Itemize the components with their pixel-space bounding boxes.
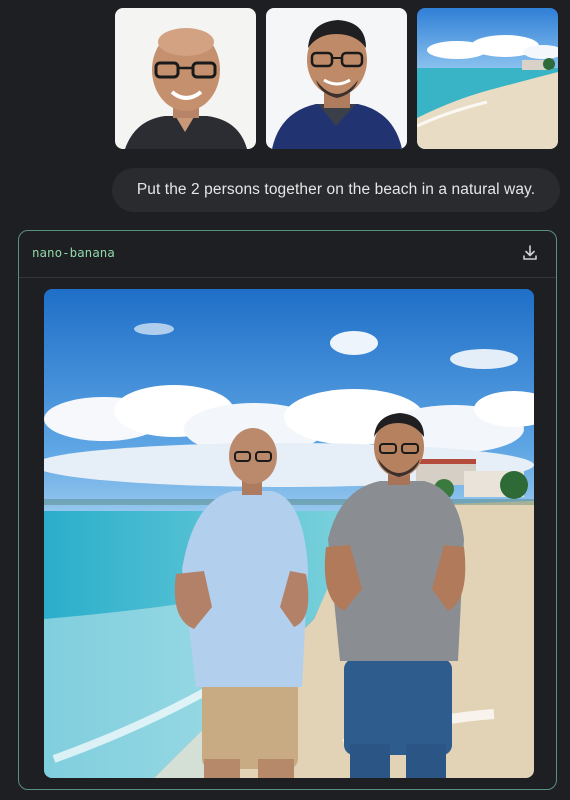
attachment-thumbnail-beach[interactable] [417, 8, 558, 149]
generated-beach-photo [44, 289, 534, 778]
person-1-portrait-image [115, 8, 256, 149]
person-2-portrait-image [266, 8, 407, 149]
generated-image[interactable] [44, 289, 534, 778]
model-response-card: nano-banana [18, 230, 557, 790]
model-name-label: nano-banana [32, 245, 115, 260]
attachment-thumbnail-person-2[interactable] [266, 8, 407, 149]
attachment-thumbnail-person-1[interactable] [115, 8, 256, 149]
download-button[interactable] [520, 243, 540, 263]
download-icon [523, 245, 537, 260]
card-header: nano-banana [19, 231, 556, 278]
beach-photo-image [417, 8, 558, 149]
user-prompt-bubble: Put the 2 persons together on the beach … [112, 168, 560, 212]
